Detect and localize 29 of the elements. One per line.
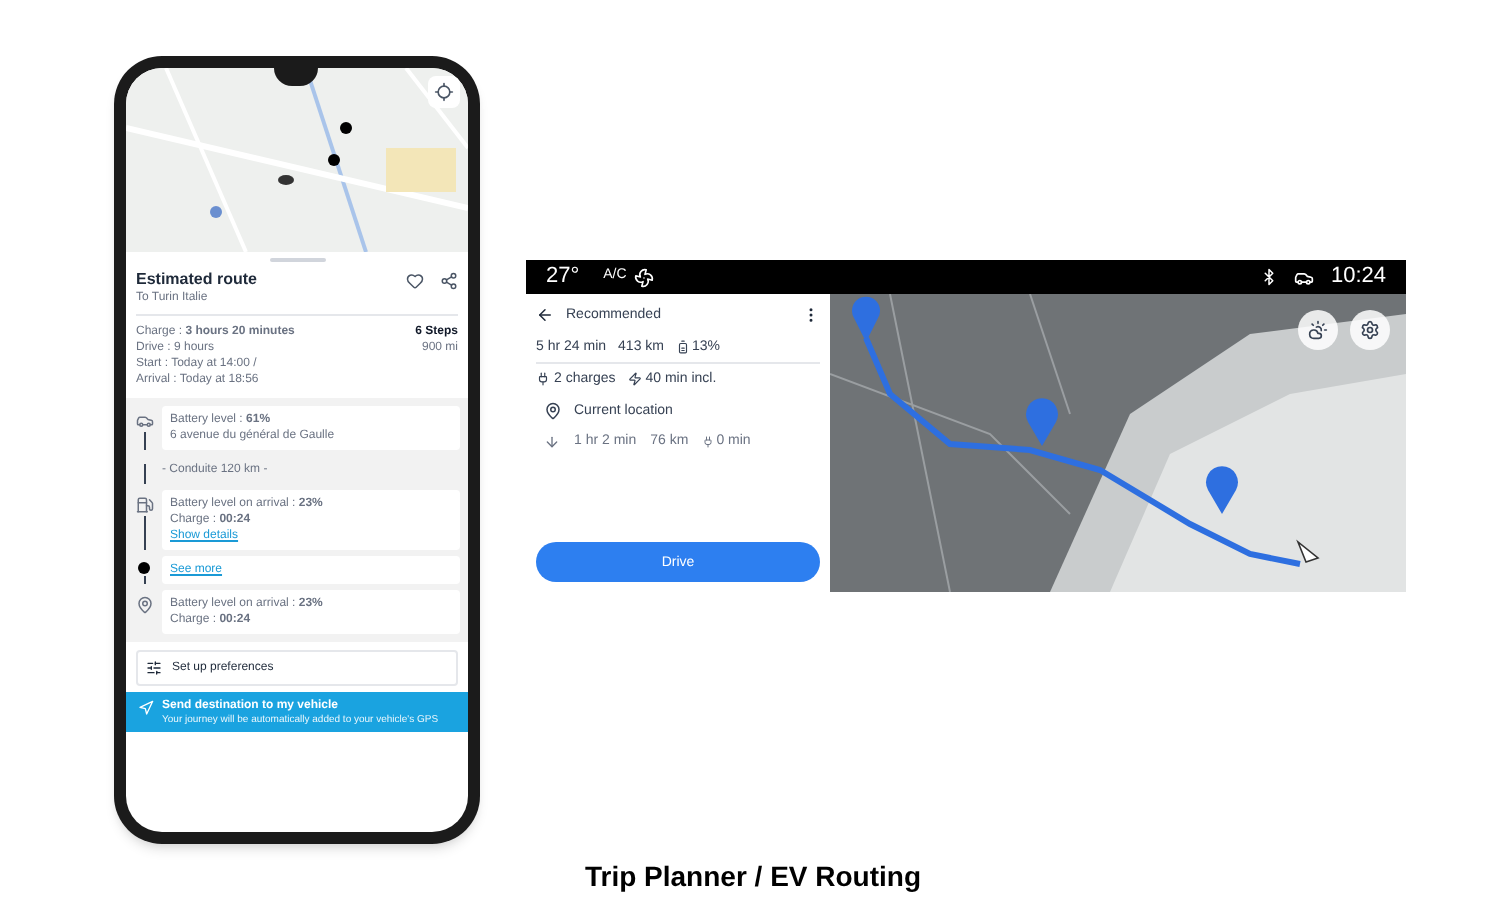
settings-icon (1360, 320, 1380, 340)
charging-icon (627, 372, 642, 386)
temperature: 27° (546, 262, 580, 293)
timeline-line (143, 432, 145, 450)
recenter-button[interactable] (428, 76, 460, 108)
timeline-line (143, 516, 145, 550)
charging-station-icon (135, 496, 153, 514)
back-icon[interactable] (536, 306, 554, 324)
locate-icon (434, 82, 454, 102)
cloud-sun-icon (1308, 320, 1328, 340)
location-pin-icon (135, 596, 153, 614)
car-icon (135, 412, 153, 430)
route-title: Estimated route (136, 270, 257, 290)
charger-icon (702, 435, 715, 447)
clock-time: 10:24 (1330, 262, 1386, 293)
down-arrow-icon (544, 433, 560, 449)
bluetooth-icon (1260, 268, 1279, 286)
fan-icon[interactable] (634, 267, 655, 287)
battery-icon (676, 340, 690, 354)
charger-icon (536, 372, 550, 386)
car-icon (1294, 267, 1315, 287)
timeline-line (143, 464, 145, 484)
caption: Trip Planner / EV Routing (584, 858, 921, 896)
sliders-icon (146, 660, 162, 676)
favorite-icon[interactable] (406, 272, 424, 290)
share-icon[interactable] (440, 272, 458, 290)
navigation-icon (138, 700, 154, 716)
location-pin-icon (544, 402, 562, 420)
drag-handle[interactable] (269, 258, 325, 262)
